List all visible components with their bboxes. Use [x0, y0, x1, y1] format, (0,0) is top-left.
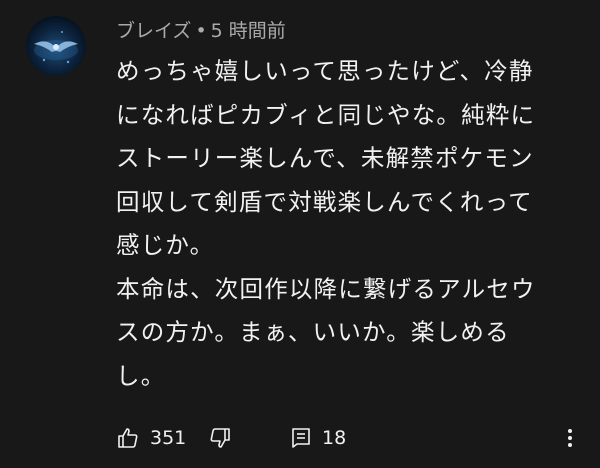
- reply-count: 18: [322, 427, 347, 449]
- like-button[interactable]: 351: [116, 418, 186, 458]
- comment-paragraph: 本命は、次回作以降に繋げるアルセウスの方か。まぁ、いいか。楽しめるし。: [116, 274, 536, 390]
- like-count: 351: [150, 427, 187, 449]
- comment-header: ブレイズ • 5 時間前: [116, 18, 286, 44]
- thumbs-up-icon: [118, 428, 138, 448]
- more-vertical-icon: [568, 429, 572, 447]
- comment-item: ブレイズ • 5 時間前 めっちゃ嬉しいって思ったけど、冷静になればピカブィと同じや…: [0, 0, 600, 468]
- separator-dot: •: [195, 20, 207, 42]
- comment-timestamp[interactable]: 5 時間前: [211, 20, 286, 42]
- reply-comment-icon: [292, 428, 310, 448]
- comment-author[interactable]: ブレイズ: [116, 20, 191, 42]
- owl-avatar-icon: [34, 31, 78, 64]
- comment-actions: 351 18: [0, 418, 600, 458]
- comment-text: めっちゃ嬉しいって思ったけど、冷静になればピカブィと同じやな。純粋にストーリー楽…: [116, 50, 556, 398]
- dislike-button[interactable]: [208, 418, 232, 458]
- more-options-button[interactable]: [560, 418, 580, 458]
- comment-paragraph: めっちゃ嬉しいって思ったけど、冷静になればピカブィと同じやな。純粋にストーリー楽…: [116, 57, 536, 259]
- thumbs-down-icon: [210, 428, 230, 448]
- reply-button[interactable]: 18: [290, 418, 346, 458]
- avatar[interactable]: [26, 16, 86, 76]
